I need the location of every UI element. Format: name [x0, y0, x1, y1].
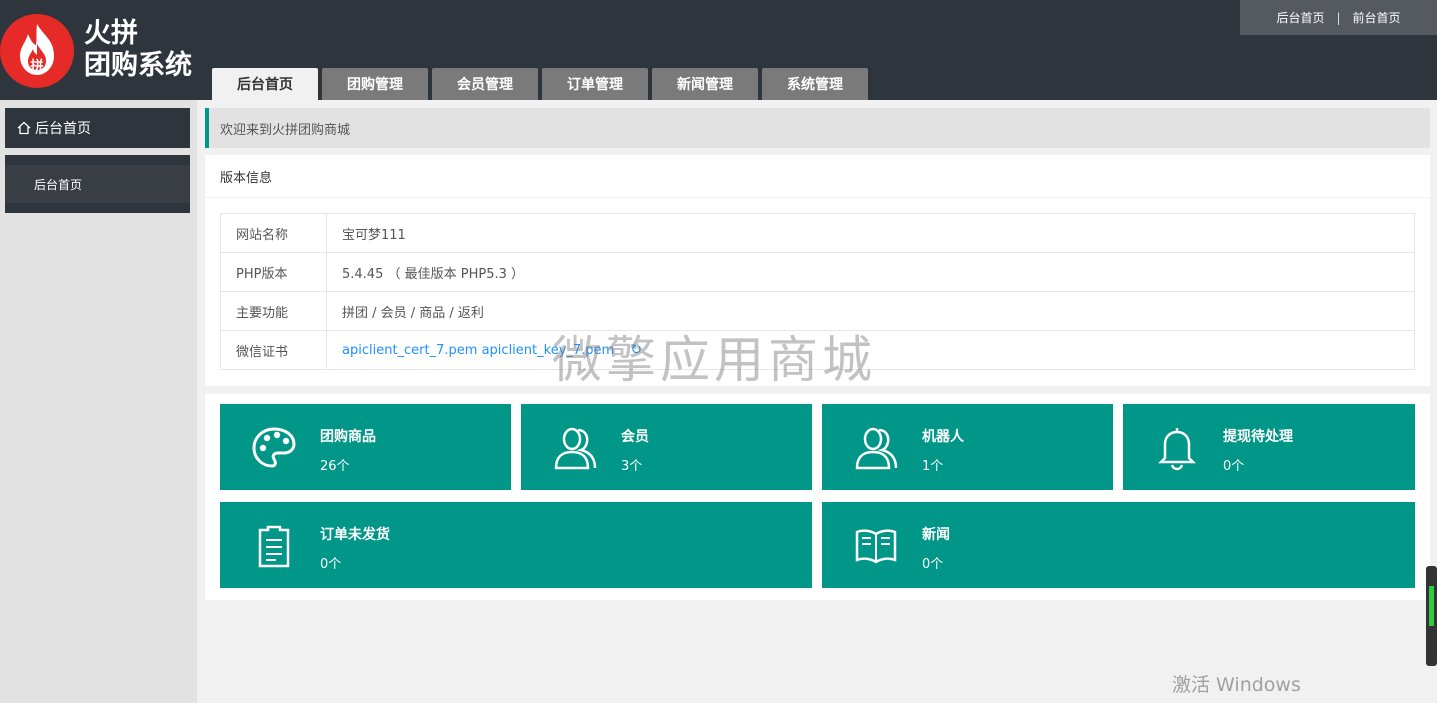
row-key: PHP版本	[220, 252, 327, 292]
sidebar-header-label: 后台首页	[35, 121, 91, 137]
clipboard-icon	[258, 525, 290, 568]
card-value: 26个	[320, 459, 350, 474]
card-title: 会员	[621, 429, 649, 445]
card-members[interactable]: 会员 3个	[521, 404, 812, 490]
card-title: 新闻	[922, 527, 950, 543]
stats-panel: 团购商品 26个 会员 3个 机器人 1个 提现待处理 0个 订单未发货 0个 …	[205, 394, 1430, 600]
card-robots[interactable]: 机器人 1个	[822, 404, 1113, 490]
row-key: 网站名称	[220, 213, 327, 253]
watermark-text: 微擎应用商城	[552, 331, 876, 389]
top-links-separator: |	[1336, 10, 1341, 25]
top-links: 后台首页 | 前台首页	[1240, 0, 1437, 35]
tab-group-buy[interactable]: 团购管理	[322, 68, 428, 100]
users-icon	[855, 427, 898, 470]
logo[interactable]: 拼 火拼 团购系统	[0, 12, 200, 92]
card-value: 3个	[621, 459, 643, 474]
welcome-bar: 欢迎来到火拼团购商城	[205, 108, 1430, 148]
card-value: 1个	[922, 459, 944, 474]
sidebar-menu: 后台首页	[5, 155, 190, 213]
row-key: 主要功能	[220, 291, 327, 331]
logo-line2: 团购系统	[84, 50, 192, 81]
logo-line1: 火拼	[84, 18, 138, 49]
book-icon	[855, 529, 897, 564]
front-home-link[interactable]: 前台首页	[1353, 9, 1401, 26]
tab-admin-home[interactable]: 后台首页	[212, 68, 318, 100]
windows-activation-notice: 激活 Windows	[1172, 674, 1301, 696]
logo-text: 火拼 团购系统	[84, 18, 192, 82]
tab-news[interactable]: 新闻管理	[652, 68, 758, 100]
cert-link[interactable]: apiclient_cert_7.pem	[342, 343, 477, 358]
tab-members[interactable]: 会员管理	[432, 68, 538, 100]
card-title: 订单未发货	[320, 527, 390, 543]
card-products[interactable]: 团购商品 26个	[220, 404, 511, 490]
sidebar: 后台首页 后台首页	[0, 100, 197, 703]
main-tabs: 后台首页 团购管理 会员管理 订单管理 新闻管理 系统管理	[212, 68, 868, 100]
card-title: 提现待处理	[1223, 429, 1293, 445]
palette-icon	[252, 427, 296, 468]
admin-home-link[interactable]: 后台首页	[1276, 9, 1324, 26]
users-icon	[554, 427, 597, 470]
panel-title: 版本信息	[205, 155, 1430, 198]
card-value: 0个	[320, 557, 342, 572]
header: 拼 火拼 团购系统 后台首页 | 前台首页 后台首页 团购管理 会员管理 订单管…	[0, 0, 1437, 100]
sidebar-header[interactable]: 后台首页	[5, 108, 190, 148]
floating-widget[interactable]	[1426, 566, 1437, 666]
card-unshipped-orders[interactable]: 订单未发货 0个	[220, 502, 812, 588]
logo-badge: 拼	[30, 58, 43, 74]
card-withdrawals[interactable]: 提现待处理 0个	[1123, 404, 1415, 490]
card-title: 机器人	[922, 429, 964, 445]
card-news[interactable]: 新闻 0个	[822, 502, 1415, 588]
row-key: 微信证书	[220, 330, 327, 370]
tab-orders[interactable]: 订单管理	[542, 68, 648, 100]
row-value: 宝可梦111	[326, 213, 1415, 253]
widget-level	[1429, 586, 1434, 626]
logo-flame-icon: 拼	[0, 14, 74, 88]
card-value: 0个	[1223, 459, 1245, 474]
sidebar-item-admin-home[interactable]: 后台首页	[5, 165, 190, 203]
tab-system[interactable]: 系统管理	[762, 68, 868, 100]
card-title: 团购商品	[320, 429, 376, 445]
card-value: 0个	[922, 557, 944, 572]
row-value: 5.4.45 （ 最佳版本 PHP5.3 ）	[326, 252, 1415, 292]
table-row: PHP版本 5.4.45 （ 最佳版本 PHP5.3 ）	[220, 252, 1415, 292]
home-icon	[17, 121, 31, 135]
bell-icon	[1157, 428, 1197, 471]
table-row: 网站名称 宝可梦111	[220, 213, 1415, 253]
